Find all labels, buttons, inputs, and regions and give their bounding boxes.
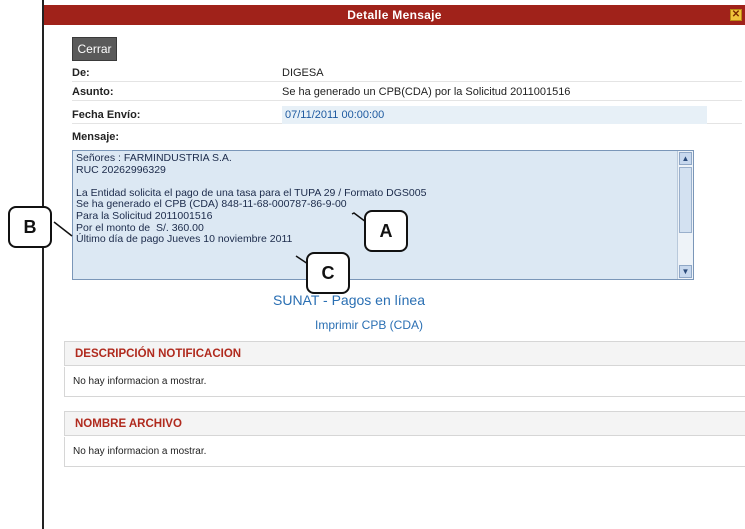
sunat-payment-link[interactable]: SUNAT - Pagos en línea xyxy=(273,292,425,308)
callout-b: B xyxy=(8,206,52,248)
close-icon[interactable]: ✕ xyxy=(730,9,742,21)
field-label: Mensaje: xyxy=(72,131,120,143)
section-header-notification: DESCRIPCIÓN NOTIFICACION xyxy=(64,341,745,366)
dialog-titlebar: Detalle Mensaje ✕ xyxy=(44,5,745,25)
field-value: Se ha generado un CPB(CDA) por la Solici… xyxy=(282,86,571,98)
message-scrollbar[interactable]: ▲ ▼ xyxy=(677,151,693,279)
section-body-file: No hay informacion a mostrar. xyxy=(64,437,745,467)
print-cpb-link[interactable]: Imprimir CPB (CDA) xyxy=(315,318,423,332)
scroll-thumb[interactable] xyxy=(679,167,692,233)
field-row-fecha: Fecha Envío: 07/11/2011 00:00:00 xyxy=(72,106,742,124)
field-row-asunto: Asunto: Se ha generado un CPB(CDA) por l… xyxy=(72,83,742,101)
section-header-file: NOMBRE ARCHIVO xyxy=(64,411,745,436)
section-body-notification: No hay informacion a mostrar. xyxy=(64,367,745,397)
scroll-up-icon[interactable]: ▲ xyxy=(679,152,692,165)
callout-c: C xyxy=(306,252,350,294)
field-label: Fecha Envío: xyxy=(72,109,141,121)
field-row-mensaje: Mensaje: xyxy=(72,128,742,146)
field-label: De: xyxy=(72,67,90,79)
close-button[interactable]: Cerrar xyxy=(72,37,117,61)
field-value: 07/11/2011 00:00:00 xyxy=(282,106,707,124)
dialog-title: Detalle Mensaje xyxy=(347,8,442,22)
field-row-de: De: DIGESA xyxy=(72,64,742,82)
field-label: Asunto: xyxy=(72,86,114,98)
message-detail-dialog: Detalle Mensaje ✕ Cerrar De: DIGESA Asun… xyxy=(42,0,745,529)
scroll-down-icon[interactable]: ▼ xyxy=(679,265,692,278)
callout-a: A xyxy=(364,210,408,252)
field-value: DIGESA xyxy=(282,67,324,79)
